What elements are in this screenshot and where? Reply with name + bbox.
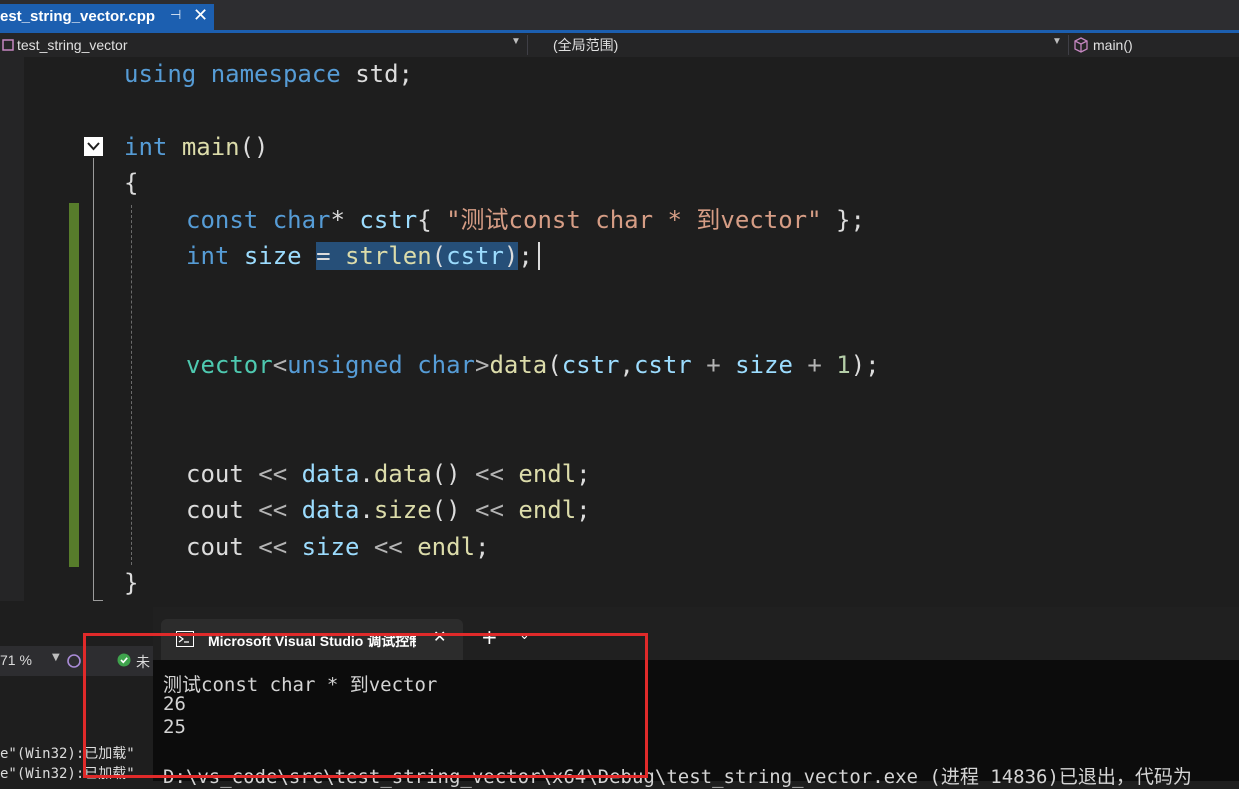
tab-filename: est_string_vector.cpp	[0, 8, 156, 25]
scope-dropdown[interactable]: (全局范围) ▼	[553, 33, 1067, 57]
text-caret	[538, 242, 540, 270]
code-line: int size = strlen(cstr);	[186, 242, 533, 270]
code-line: using namespace std;	[124, 60, 413, 88]
chevron-down-icon: ▼	[511, 36, 521, 47]
code-content: using namespace std; int main() { const …	[0, 57, 1239, 617]
chevron-down-icon: ▼	[1052, 36, 1062, 47]
pin-icon[interactable]: ⊣	[170, 8, 181, 23]
divider	[1068, 35, 1069, 55]
scope-label: (全局范围)	[553, 37, 619, 53]
cube-icon	[1074, 37, 1088, 53]
project-name: test_string_vector	[17, 37, 128, 53]
document-tab-bar: est_string_vector.cpp ⊣ ✕	[0, 0, 1239, 33]
code-line: int main()	[124, 133, 269, 161]
code-line: }	[124, 569, 139, 597]
code-line: cout << data.size() << endl;	[186, 496, 591, 524]
member-label: main()	[1093, 37, 1133, 53]
annotation-highlight-box	[83, 633, 648, 778]
text-selection[interactable]: = strlen(cstr)	[316, 242, 519, 270]
code-line: const char* cstr{ "测试const char * 到vecto…	[186, 206, 865, 234]
code-line: cout << data.data() << endl;	[186, 460, 591, 488]
chevron-down-icon: ▼	[52, 652, 60, 663]
project-dropdown[interactable]: test_string_vector ▼	[0, 33, 525, 57]
branch-icon[interactable]	[66, 653, 82, 669]
navigation-bar: test_string_vector ▼ (全局范围) ▼ main()	[0, 33, 1239, 58]
tab-test-string-vector-cpp[interactable]: est_string_vector.cpp ⊣ ✕	[0, 4, 214, 30]
close-icon[interactable]: ✕	[193, 5, 208, 26]
member-dropdown[interactable]: main()	[1073, 33, 1239, 57]
code-line: cout << size << endl;	[186, 533, 490, 561]
code-line: {	[124, 169, 139, 197]
code-line: vector<unsigned char>data(cstr,cstr + si…	[186, 351, 880, 379]
project-icon	[2, 39, 14, 51]
divider	[527, 35, 528, 55]
zoom-level[interactable]: 71 %	[0, 652, 32, 668]
